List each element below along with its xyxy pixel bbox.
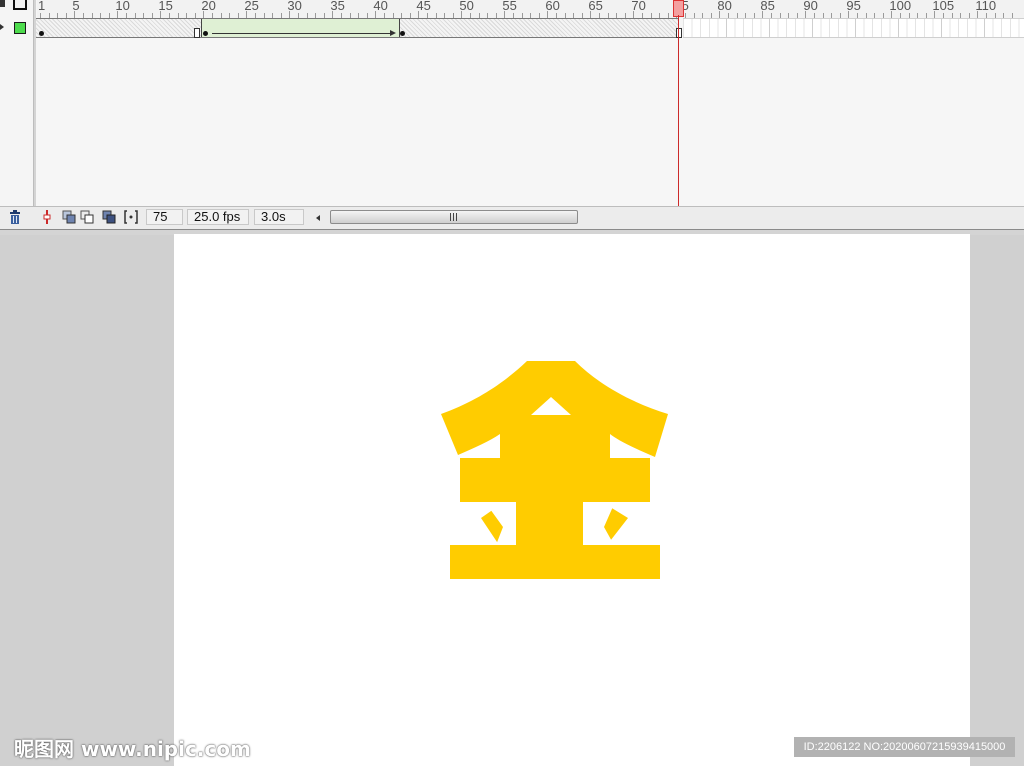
frame-end-marker[interactable]	[676, 28, 682, 38]
frame-tick	[633, 11, 635, 18]
edit-multiple-frames-icon[interactable]	[102, 210, 116, 224]
frame-ruler[interactable]: 1510152025303540455055606570758085909510…	[37, 0, 1024, 18]
frame-tick	[375, 11, 377, 18]
frame-tick	[461, 11, 463, 18]
frame-tick	[547, 11, 549, 18]
frame-tick	[117, 11, 119, 18]
frame-group-separator	[984, 19, 985, 37]
frame-tick	[805, 11, 807, 18]
timeline-panel: 1510152025303540455055606570758085909510…	[0, 0, 1024, 230]
playhead-line	[678, 15, 679, 207]
timeline-status-bar: 75 25.0 fps 3.0s	[0, 206, 1024, 230]
keyframe[interactable]	[39, 31, 44, 36]
onion-outlines-icon[interactable]	[80, 210, 94, 224]
trash-icon[interactable]	[8, 210, 22, 224]
frame-rate-field[interactable]: 25.0 fps	[187, 209, 249, 225]
frame-group-separator	[941, 19, 942, 37]
frame-tick	[332, 11, 334, 18]
keyframe[interactable]	[400, 31, 405, 36]
gold-character-graphic[interactable]	[174, 234, 970, 766]
frame-tick	[762, 11, 764, 18]
frame-group-separator	[855, 19, 856, 37]
frame-number-label: 110	[975, 0, 997, 13]
layer-empty-frames[interactable]	[683, 18, 1024, 38]
frame-tick	[203, 11, 205, 18]
scroll-left-arrow-icon[interactable]	[316, 215, 320, 221]
frame-tick	[719, 11, 721, 18]
frame-number-label: 1	[38, 0, 46, 13]
watermark-id: ID:2206122 NO:20200607215939415000	[794, 737, 1015, 757]
frame-tick	[74, 11, 76, 18]
frame-tick	[590, 11, 592, 18]
frame-group-separator	[898, 19, 899, 37]
current-layer-arrow-icon	[0, 24, 4, 30]
outline-icon[interactable]	[13, 0, 27, 10]
frame-tick	[891, 11, 893, 18]
layer-list	[0, 0, 34, 206]
lock-icon[interactable]	[0, 0, 5, 7]
frame-tick	[977, 11, 979, 18]
tween-arrow	[212, 33, 394, 34]
frame-tick	[160, 11, 162, 18]
frame-tick	[418, 11, 420, 18]
frame-tick	[246, 11, 248, 18]
current-frame-field[interactable]: 75	[146, 209, 183, 225]
elapsed-time-field: 3.0s	[254, 209, 304, 225]
onion-markers-icon[interactable]	[124, 210, 138, 224]
keyframe[interactable]	[203, 31, 208, 36]
frame-number-label: 100	[889, 0, 912, 13]
stage[interactable]	[174, 234, 970, 766]
scrollbar-grip-icon	[450, 213, 459, 221]
frame-end-marker[interactable]	[194, 28, 200, 38]
frame-number-label: 105	[932, 0, 955, 13]
layer-outline-color-swatch[interactable]	[14, 22, 26, 34]
frame-tick	[934, 11, 936, 18]
frame-group-separator	[769, 19, 770, 37]
frame-tick	[504, 11, 506, 18]
frame-group-separator	[726, 19, 727, 37]
frame-tick	[289, 11, 291, 18]
center-frame-icon[interactable]	[40, 210, 54, 224]
frame-tick	[848, 11, 850, 18]
horizontal-scrollbar-thumb[interactable]	[330, 210, 578, 224]
frame-group-separator	[812, 19, 813, 37]
watermark-logo: 昵图网 www.nipic.com	[14, 737, 251, 761]
motion-tween-span[interactable]	[201, 19, 400, 37]
onion-skin-icon[interactable]	[62, 210, 76, 224]
tween-arrow-head	[390, 30, 396, 36]
